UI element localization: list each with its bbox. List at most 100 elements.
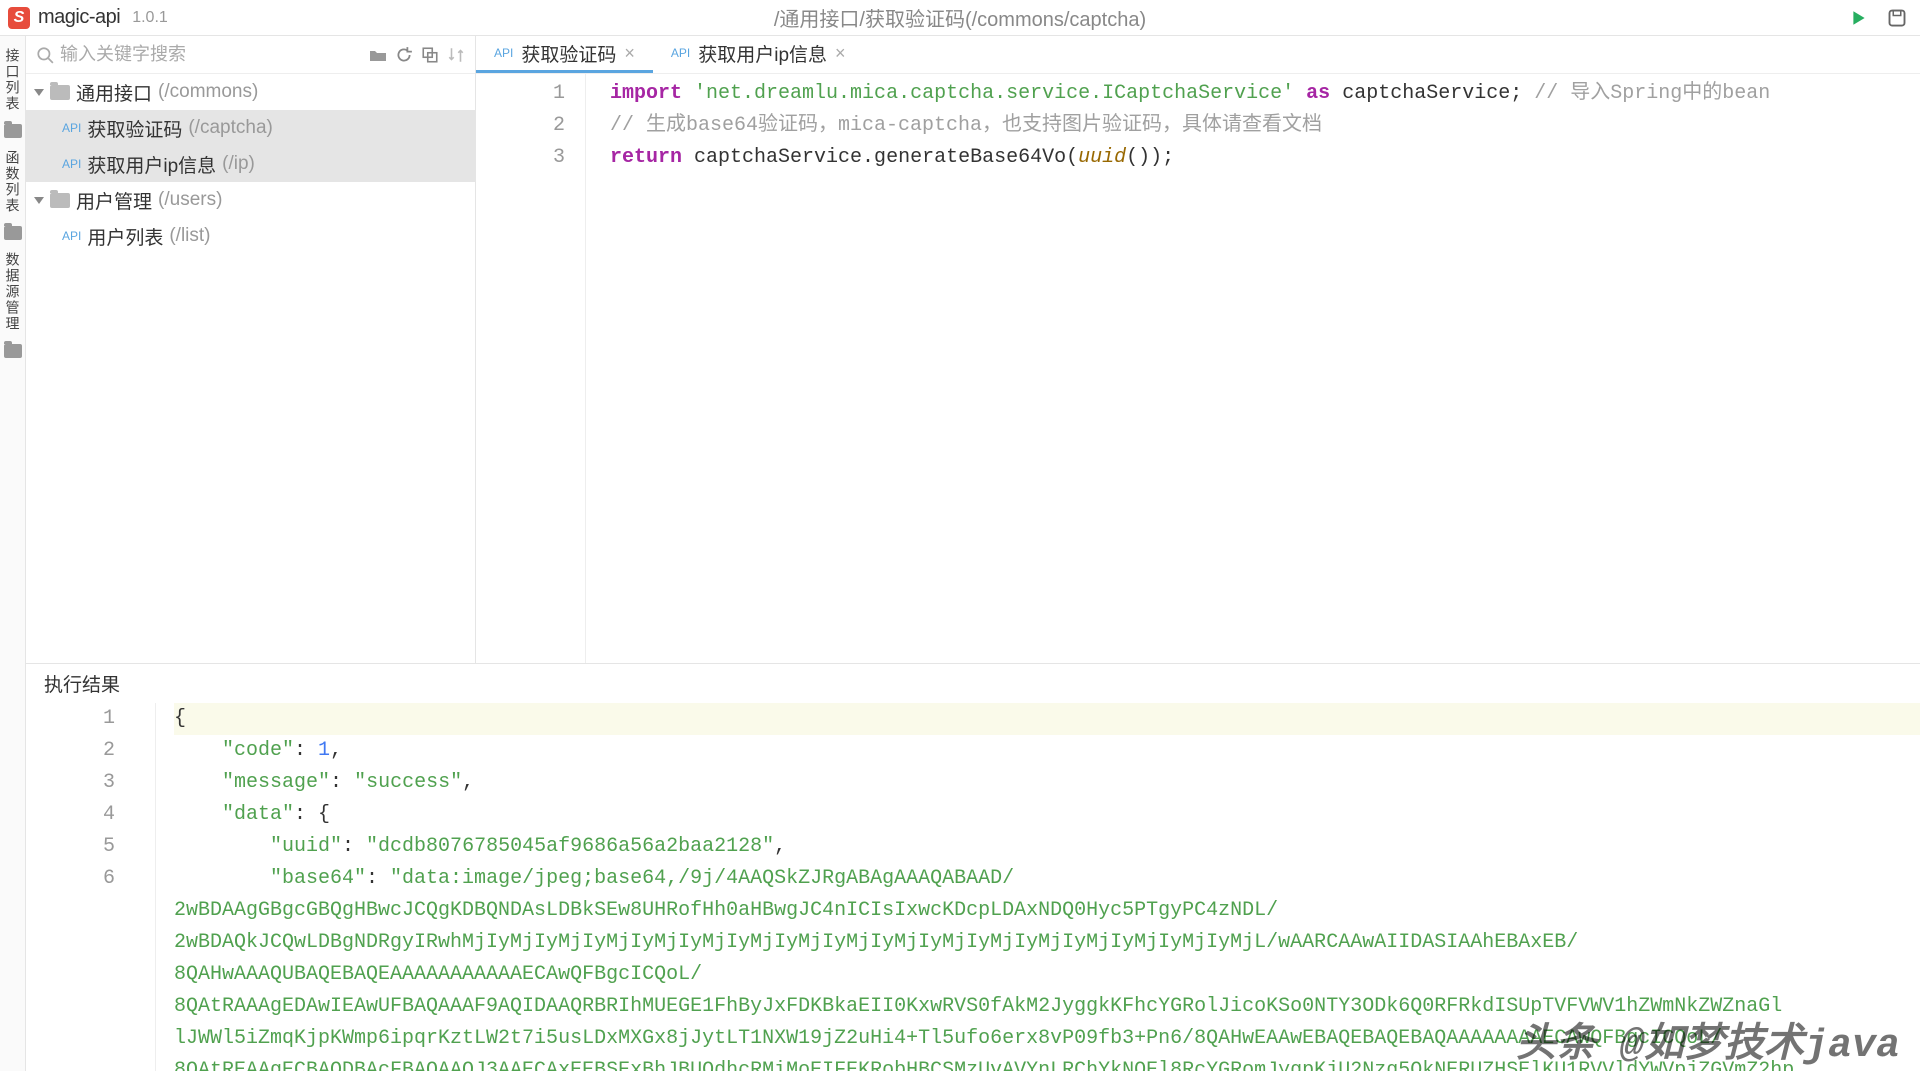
- tab-ip[interactable]: API 获取用户ip信息 ×: [653, 36, 864, 73]
- result-code[interactable]: { "code": 1, "message": "success", "data…: [156, 703, 1920, 1071]
- editor-tabs: API 获取验证码 × API 获取用户ip信息 ×: [476, 36, 1920, 74]
- api-badge: API: [62, 157, 81, 171]
- titlebar: S magic-api 1.0.1 /通用接口/获取验证码(/commons/c…: [0, 0, 1920, 36]
- json-punc: :: [330, 771, 354, 794]
- tree-label: 获取验证码: [87, 115, 182, 142]
- json-punc: ,: [774, 835, 786, 858]
- close-icon[interactable]: ×: [835, 43, 846, 64]
- line-number: 3: [476, 142, 565, 174]
- app-version: 1.0.1: [132, 9, 168, 27]
- api-badge: API: [62, 121, 81, 135]
- result-gutter: 1 2 3 4 5 6: [26, 703, 156, 1071]
- editor-area: API 获取验证码 × API 获取用户ip信息 × 1 2 3: [476, 36, 1920, 663]
- json-val: "success": [354, 771, 462, 794]
- left-rail: 接口列表 函数列表 数据源管理: [0, 36, 26, 1071]
- json-key: "base64": [270, 867, 366, 890]
- tree-group-commons[interactable]: 通用接口 (/commons): [26, 74, 475, 110]
- rail-api-list[interactable]: 接口列表: [3, 44, 23, 116]
- tree-path: (/ip): [222, 153, 255, 175]
- json-punc: ,: [462, 771, 474, 794]
- tree-label: 通用接口: [76, 79, 152, 106]
- code-editor[interactable]: 1 2 3 import 'net.dreamlu.mica.captcha.s…: [476, 74, 1920, 663]
- search-row: [26, 36, 475, 74]
- folder-icon: [50, 193, 70, 208]
- line-number: 5: [26, 831, 115, 863]
- json-punc: :: [294, 739, 318, 762]
- folder-icon: [4, 124, 22, 138]
- kw-as: as: [1306, 82, 1330, 105]
- app-name: magic-api: [38, 6, 120, 29]
- json-key: "code": [222, 739, 294, 762]
- tree-label: 用户管理: [76, 187, 152, 214]
- comment: // 生成base64验证码，mica-captcha，也支持图片验证码，具体请…: [610, 114, 1322, 137]
- close-icon[interactable]: ×: [624, 43, 635, 64]
- json-punc: : {: [294, 803, 330, 826]
- json-punc: ,: [330, 739, 342, 762]
- tab-label: 获取验证码: [521, 40, 616, 67]
- api-badge: API: [671, 46, 690, 60]
- line-gutter: 1 2 3: [476, 74, 586, 663]
- watermark: 头条 @如梦技术java: [1516, 1031, 1900, 1063]
- titlebar-actions: [1848, 7, 1908, 29]
- json-key: "message": [222, 771, 330, 794]
- line-number: 2: [26, 735, 115, 767]
- json-val: 1: [318, 739, 330, 762]
- save-icon[interactable]: [1886, 7, 1908, 29]
- tree-label: 获取用户ip信息: [87, 151, 216, 178]
- kw-return: return: [610, 146, 682, 169]
- breadcrumb: /通用接口/获取验证码(/commons/captcha): [774, 3, 1146, 32]
- tree-path: (/commons): [158, 81, 258, 103]
- call-end: ());: [1126, 146, 1174, 169]
- run-icon[interactable]: [1848, 7, 1870, 29]
- result-header: 执行结果: [26, 664, 1920, 703]
- sort-icon[interactable]: [445, 44, 467, 66]
- api-tree: 通用接口 (/commons) API 获取验证码 (/captcha) API 获…: [26, 74, 475, 663]
- rail-datasource[interactable]: 数据源管理: [3, 248, 23, 336]
- new-folder-icon[interactable]: [367, 44, 389, 66]
- json-key: "uuid": [270, 835, 342, 858]
- result-panel: 执行结果 1 2 3 4 5 6 { "code": 1, "message":…: [26, 664, 1920, 1071]
- ident: captchaService;: [1342, 82, 1522, 105]
- json-punc: :: [342, 835, 366, 858]
- chevron-down-icon: [34, 197, 44, 204]
- sidebar: 通用接口 (/commons) API 获取验证码 (/captcha) API 获…: [26, 36, 476, 663]
- search-icon: [34, 44, 56, 66]
- json-key: "data": [222, 803, 294, 826]
- tree-item-ip[interactable]: API 获取用户ip信息 (/ip): [26, 146, 475, 182]
- tree-item-user-list[interactable]: API 用户列表 (/list): [26, 218, 475, 254]
- arg: uuid: [1078, 146, 1126, 169]
- line-number: 2: [476, 110, 565, 142]
- tab-captcha[interactable]: API 获取验证码 ×: [476, 36, 653, 73]
- folder-icon: [50, 85, 70, 100]
- json-val: "dcdb8076785045af9686a56a2baa2128": [366, 835, 774, 858]
- line-number: 1: [476, 78, 565, 110]
- result-body: 1 2 3 4 5 6 { "code": 1, "message": "suc…: [26, 703, 1920, 1071]
- refresh-icon[interactable]: [393, 44, 415, 66]
- tree-group-users[interactable]: 用户管理 (/users): [26, 182, 475, 218]
- json-val: "data:image/jpeg;base64,/9j/4AAQSkZJRgAB…: [390, 867, 1014, 890]
- folder-icon: [4, 344, 22, 358]
- search-input[interactable]: [60, 44, 363, 65]
- api-badge: API: [494, 46, 513, 60]
- code-body[interactable]: import 'net.dreamlu.mica.captcha.service…: [586, 74, 1920, 663]
- tree-item-captcha[interactable]: API 获取验证码 (/captcha): [26, 110, 475, 146]
- app-logo: S: [8, 7, 30, 29]
- tree-path: (/list): [169, 225, 210, 247]
- tree-path: (/users): [158, 189, 222, 211]
- tab-label: 获取用户ip信息: [698, 40, 827, 67]
- call: captchaService.generateBase64Vo(: [694, 146, 1078, 169]
- json-punc: :: [366, 867, 390, 890]
- import-path: 'net.dreamlu.mica.captcha.service.ICaptc…: [694, 82, 1294, 105]
- json-brace: {: [174, 707, 186, 730]
- locate-icon[interactable]: [419, 44, 441, 66]
- api-badge: API: [62, 229, 81, 243]
- line-number: 6: [26, 863, 115, 895]
- chevron-down-icon: [34, 89, 44, 96]
- tree-path: (/captcha): [188, 117, 272, 139]
- folder-icon: [4, 226, 22, 240]
- rail-function-list[interactable]: 函数列表: [3, 146, 23, 218]
- line-number: 4: [26, 799, 115, 831]
- tree-label: 用户列表: [87, 223, 163, 250]
- comment: // 导入Spring中的bean: [1534, 82, 1770, 105]
- line-number: 1: [26, 703, 115, 735]
